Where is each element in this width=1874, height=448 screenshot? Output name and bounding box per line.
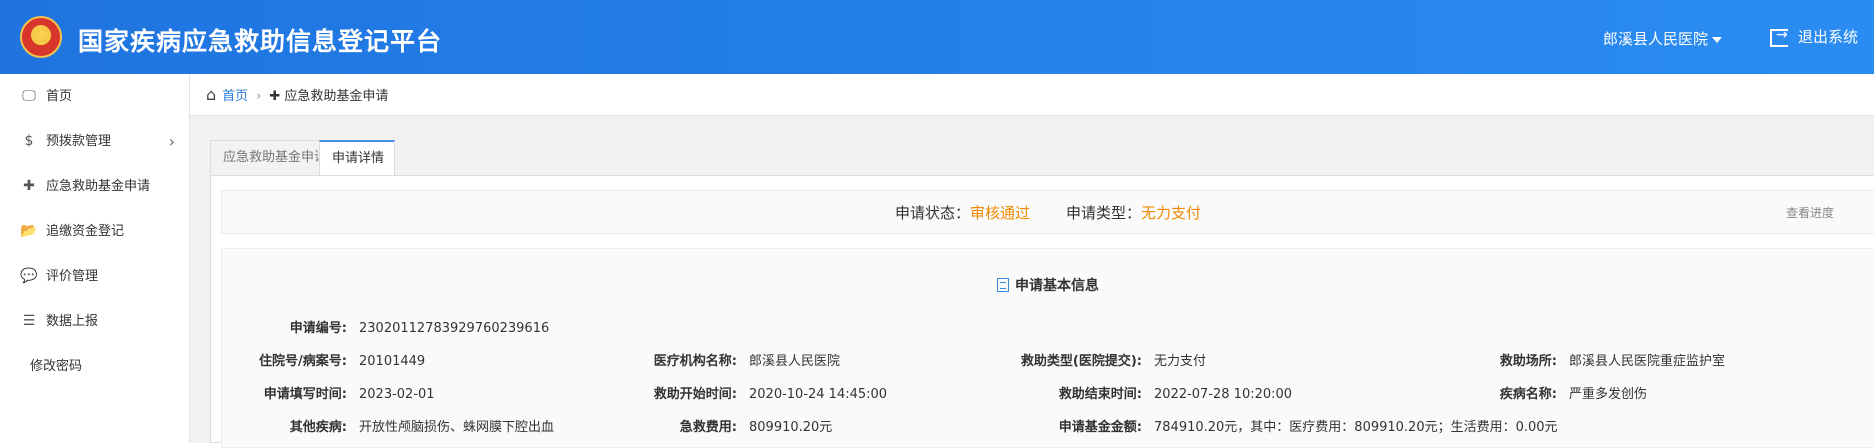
- sidebar-item-label: 修改密码: [30, 359, 83, 374]
- field-aid-type: 救助类型(医院提交): 无力支付: [1020, 354, 1207, 369]
- field-application-no: 申请编号: 23020112783929760239616: [289, 321, 550, 336]
- chevron-right-icon: ›: [168, 132, 175, 151]
- tab-application-detail[interactable]: 申请详情: [319, 140, 395, 176]
- sidebar-item-data-report[interactable]: ☰ 数据上报: [0, 299, 189, 344]
- logout-label: 退出系统: [1798, 28, 1859, 46]
- field-emergency-cost: 急救费用: 809910.20元: [679, 420, 833, 435]
- hospital-dropdown[interactable]: 郎溪县人民医院: [1603, 28, 1723, 49]
- basic-info-section: 申请基本信息 申请编号: 23020112783929760239616 住院号/…: [221, 248, 1874, 448]
- sidebar-item-label: 预拨款管理: [46, 134, 112, 149]
- field-other-diseases: 其他疾病: 开放性颅脑损伤、蛛网膜下腔出血: [289, 420, 555, 435]
- type-value: 无力支付: [1141, 204, 1202, 222]
- view-progress-link[interactable]: 查看进度: [1786, 191, 1834, 235]
- app-header: 国家疾病应急救助信息登记平台 郎溪县人民医院 退出系统: [0, 0, 1874, 74]
- field-fill-date: 申请填写时间: 2023-02-01: [263, 387, 435, 402]
- dollar-icon: $: [24, 133, 34, 149]
- hospital-name: 郎溪县人民医院: [1603, 30, 1709, 48]
- breadcrumb-home-link[interactable]: 首页: [222, 89, 248, 104]
- sidebar-item-home[interactable]: 🖵 首页: [0, 74, 189, 119]
- home-icon: ⌂: [206, 85, 217, 104]
- monitor-icon: 🖵: [22, 88, 36, 104]
- app-title: 国家疾病应急救助信息登记平台: [78, 27, 443, 56]
- field-institution-name: 医疗机构名称: 郎溪县人民医院: [653, 354, 841, 369]
- sidebar-item-label: 评价管理: [46, 269, 99, 284]
- breadcrumb: ⌂ 首页 › ✚ 应急救助基金申请: [190, 74, 1874, 116]
- sidebar-item-fund-application[interactable]: ✚ 应急救助基金申请: [0, 164, 189, 209]
- caret-down-icon: [1712, 36, 1723, 43]
- main-content: 应急救助基金申请 申请详情 申请状态：审核通过 申请类型：无力支付 查看进度 申请…: [190, 116, 1874, 448]
- plus-icon: ✚: [269, 89, 285, 104]
- status-value: 审核通过: [969, 204, 1030, 222]
- field-admission-no: 住院号/病案号: 20101449: [259, 354, 426, 369]
- document-edit-icon: [997, 278, 1009, 292]
- breadcrumb-current: 应急救助基金申请: [284, 89, 389, 104]
- status-bar: 申请状态：审核通过 申请类型：无力支付 查看进度: [221, 190, 1874, 234]
- field-aid-location: 救助场所: 郎溪县人民医院重症监护室: [1499, 354, 1726, 369]
- folder-icon: 📂: [20, 223, 38, 239]
- field-aid-end: 救助结束时间: 2022-07-28 10:20:00: [1058, 387, 1293, 402]
- comment-icon: 💬: [20, 268, 38, 284]
- plus-icon: ✚: [23, 178, 35, 194]
- sidebar-item-recovery[interactable]: 📂 追缴资金登记: [0, 209, 189, 254]
- sidebar-item-label: 首页: [46, 89, 73, 104]
- sidebar-item-label: 应急救助基金申请: [46, 179, 151, 194]
- field-disease-name: 疾病名称: 严重多发创伤: [1499, 387, 1648, 402]
- sidebar-item-label: 数据上报: [46, 314, 99, 329]
- breadcrumb-separator: ›: [256, 89, 262, 104]
- section-title-text: 申请基本信息: [1015, 278, 1099, 294]
- sidebar-item-prepayment[interactable]: $ 预拨款管理 ›: [0, 119, 189, 164]
- list-icon: ☰: [22, 313, 36, 329]
- sidebar-item-label: 追缴资金登记: [46, 224, 125, 239]
- tab-fund-application[interactable]: 应急救助基金申请: [210, 140, 327, 176]
- sidebar: 🖵 首页 $ 预拨款管理 › ✚ 应急救助基金申请 📂 追缴资金登记 💬 评价管理 ☰ 数据…: [0, 74, 190, 443]
- type-label: 申请类型：: [1066, 204, 1142, 222]
- status-label: 申请状态：: [894, 204, 970, 222]
- logout-button[interactable]: 退出系统: [1770, 26, 1858, 47]
- section-title: 申请基本信息: [222, 275, 1874, 295]
- field-aid-start: 救助开始时间: 2020-10-24 14:45:00: [653, 387, 888, 402]
- detail-panel: 申请状态：审核通过 申请类型：无力支付 查看进度 申请基本信息 申请编号: 2302…: [210, 175, 1874, 448]
- national-emblem-icon: [20, 16, 62, 58]
- field-fund-amount: 申请基金金额: 784910.20元，其中：医疗费用：809910.20元；生活费…: [1058, 420, 1558, 435]
- sidebar-item-change-password[interactable]: 修改密码: [0, 344, 189, 389]
- sidebar-item-evaluation[interactable]: 💬 评价管理: [0, 254, 189, 299]
- logout-icon: [1770, 27, 1788, 47]
